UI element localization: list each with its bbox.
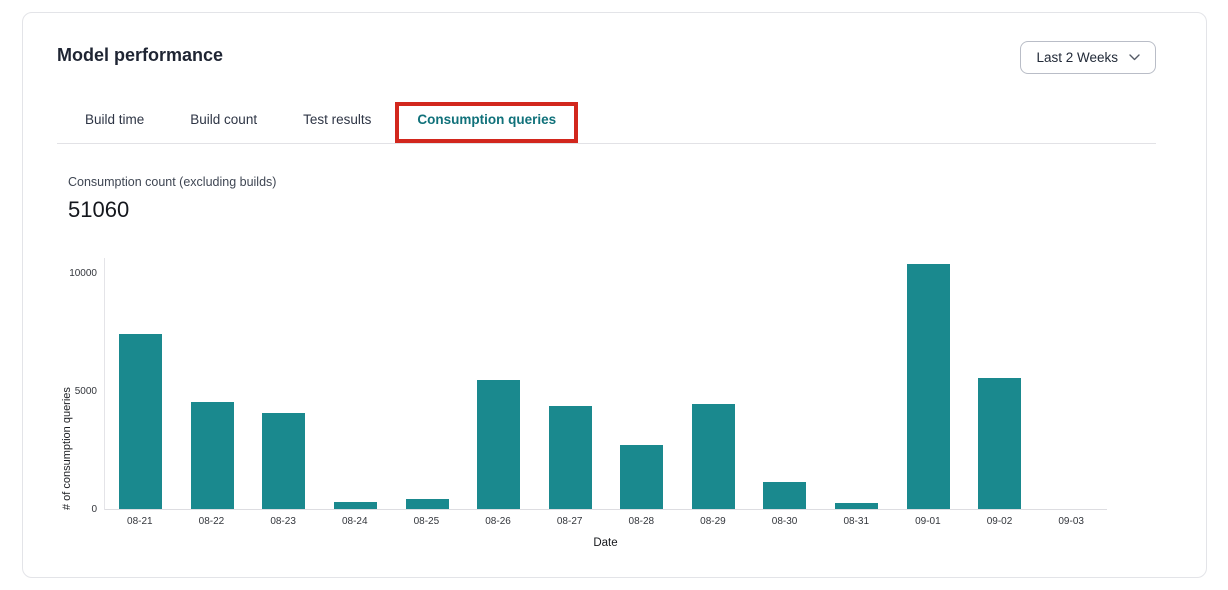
bar-slot-08-27: [534, 406, 606, 509]
x-tick-label: 08-25: [391, 516, 463, 527]
metric-block: Consumption count (excluding builds) 510…: [68, 174, 1206, 224]
x-tick-label: 09-02: [964, 516, 1036, 527]
x-tick-label: 09-01: [892, 516, 964, 527]
bar-08-27[interactable]: [549, 406, 592, 509]
bar-slot-09-02: [964, 378, 1036, 509]
bar-09-02[interactable]: [978, 378, 1021, 509]
metric-label: Consumption count (excluding builds): [68, 174, 1206, 191]
y-tick-label: 5000: [59, 386, 97, 397]
x-tick-label: 08-30: [749, 516, 821, 527]
bar-08-31[interactable]: [835, 503, 878, 509]
date-range-value: Last 2 Weeks: [1036, 50, 1118, 65]
chevron-down-icon: [1129, 54, 1140, 61]
bar-08-25[interactable]: [406, 499, 449, 509]
x-axis-tick-labels: 08-2108-2208-2308-2408-2508-2608-2708-28…: [104, 516, 1107, 527]
tab-consumption-queries[interactable]: Consumption queries: [417, 104, 556, 143]
x-tick-label: 08-31: [820, 516, 892, 527]
bar-08-22[interactable]: [191, 402, 234, 509]
x-tick-label: 08-22: [176, 516, 248, 527]
x-tick-label: 08-29: [677, 516, 749, 527]
x-tick-label: 08-27: [534, 516, 606, 527]
bar-slot-08-29: [678, 404, 750, 509]
annotation-box: [395, 102, 578, 143]
x-tick-label: 09-03: [1035, 516, 1107, 527]
bar-slot-08-21: [105, 334, 177, 509]
x-axis-title: Date: [104, 537, 1107, 549]
card-header: Model performance Last 2 Weeks: [23, 13, 1206, 74]
bar-08-23[interactable]: [262, 413, 305, 509]
tab-test-results[interactable]: Test results: [303, 104, 371, 143]
x-tick-label: 08-26: [462, 516, 534, 527]
y-tick-label: 0: [59, 504, 97, 515]
tab-build-count[interactable]: Build count: [190, 104, 257, 143]
tabs-bar: Build time Build count Test results Consump…: [57, 104, 1156, 144]
y-axis-title: # of consumption queries: [61, 258, 73, 510]
date-range-dropdown[interactable]: Last 2 Weeks: [1020, 41, 1156, 74]
bar-slot-08-30: [749, 482, 821, 509]
bar-slot-08-28: [606, 445, 678, 509]
x-tick-label: 08-24: [319, 516, 391, 527]
metric-value: 51060: [68, 196, 1206, 224]
bar-slot-08-24: [320, 502, 392, 509]
bar-08-24[interactable]: [334, 502, 377, 509]
bar-slot-08-23: [248, 413, 320, 509]
bars-container: [105, 258, 1107, 510]
bar-08-21[interactable]: [119, 334, 162, 509]
bar-slot-08-25: [391, 499, 463, 509]
x-tick-label: 08-28: [605, 516, 677, 527]
bar-08-29[interactable]: [692, 404, 735, 509]
plot-area: # of consumption queries 0500010000: [104, 258, 1107, 510]
bar-slot-08-26: [463, 380, 535, 509]
model-performance-card: Model performance Last 2 Weeks Build tim…: [22, 12, 1207, 578]
bar-slot-08-22: [177, 402, 249, 509]
y-tick-label: 10000: [59, 268, 97, 279]
bar-08-26[interactable]: [477, 380, 520, 509]
page-title: Model performance: [57, 43, 223, 67]
x-tick-label: 08-23: [247, 516, 319, 527]
bar-slot-09-01: [892, 264, 964, 509]
x-tick-label: 08-21: [104, 516, 176, 527]
bar-slot-08-31: [821, 503, 893, 509]
tab-build-time[interactable]: Build time: [85, 104, 144, 143]
bar-08-30[interactable]: [763, 482, 806, 509]
bar-08-28[interactable]: [620, 445, 663, 509]
bar-09-01[interactable]: [907, 264, 950, 509]
